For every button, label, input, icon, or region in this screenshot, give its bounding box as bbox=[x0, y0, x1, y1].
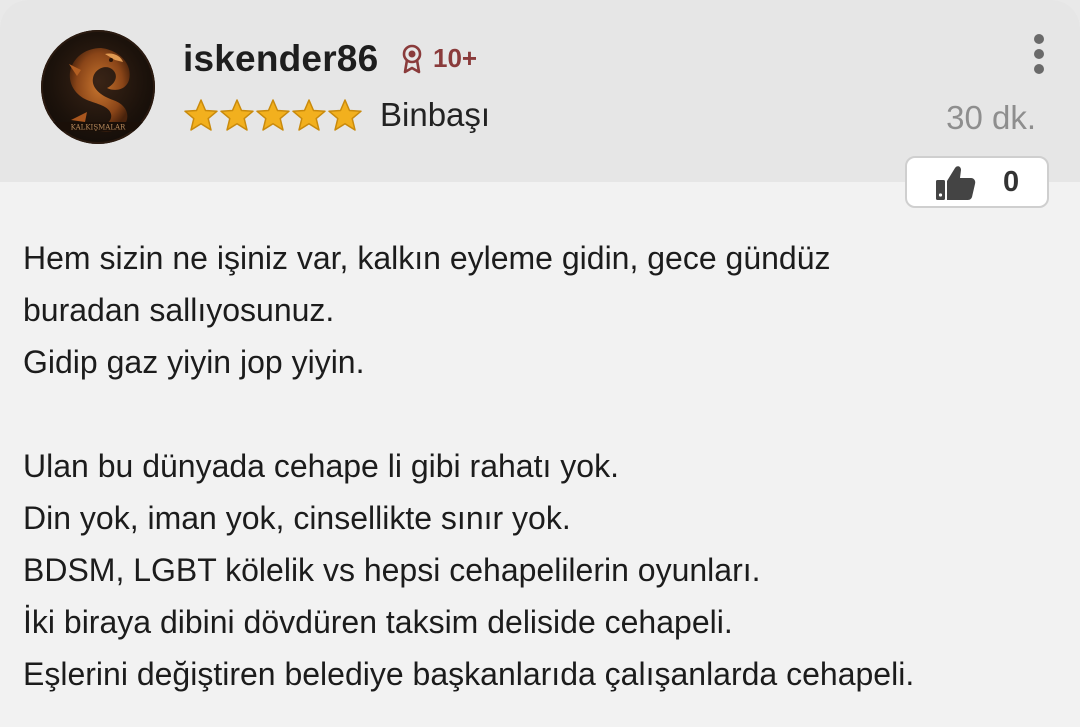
badge-count: 10+ bbox=[433, 43, 478, 73]
comment-card: KALKIŞMALAR iskender86 10+ Binbaşı 30 dk… bbox=[0, 0, 1080, 727]
star-icon bbox=[256, 99, 290, 131]
comment-line: Gidip gaz yiyin jop yiyin. bbox=[23, 344, 365, 380]
comment-line: İki biraya dibini dövdüren taksim delisi… bbox=[23, 604, 733, 640]
thumbs-up-icon bbox=[936, 166, 976, 200]
like-button[interactable]: 0 bbox=[905, 156, 1049, 208]
star-icon bbox=[292, 99, 326, 131]
comment-header: KALKIŞMALAR iskender86 10+ Binbaşı 30 dk… bbox=[0, 0, 1080, 182]
user-rank: Binbaşı bbox=[380, 96, 491, 133]
more-vertical-icon[interactable] bbox=[1026, 32, 1052, 76]
rank-stars bbox=[183, 98, 363, 132]
star-icon bbox=[220, 99, 254, 131]
star-icon bbox=[184, 99, 218, 131]
dragon-avatar-icon: KALKIŞMALAR bbox=[51, 48, 145, 132]
comment-line: Hem sizin ne işiniz var, kalkın eyleme g… bbox=[23, 240, 831, 276]
comment-line: Ulan bu dünyada cehape li gibi rahatı yo… bbox=[23, 448, 619, 484]
comment-line: Eşlerini değiştiren belediye başkanlarıd… bbox=[23, 656, 915, 692]
comment-line: BDSM, LGBT kölelik vs hepsi cehapelileri… bbox=[23, 552, 761, 588]
svg-text:KALKIŞMALAR: KALKIŞMALAR bbox=[71, 124, 126, 132]
comment-line: Din yok, iman yok, cinsellikte sınır yok… bbox=[23, 500, 571, 536]
comment-line bbox=[23, 388, 1063, 440]
comment-line: buradan sallıyosunuz. bbox=[23, 292, 335, 328]
comment-time: 30 dk. bbox=[946, 99, 1036, 136]
award-ribbon-icon bbox=[402, 44, 422, 74]
star-icon bbox=[328, 99, 362, 131]
username[interactable]: iskender86 bbox=[183, 38, 378, 80]
comment-body: Hem sizin ne işiniz var, kalkın eyleme g… bbox=[23, 232, 1063, 700]
user-avatar[interactable]: KALKIŞMALAR bbox=[41, 30, 155, 144]
like-count: 0 bbox=[1003, 166, 1020, 198]
